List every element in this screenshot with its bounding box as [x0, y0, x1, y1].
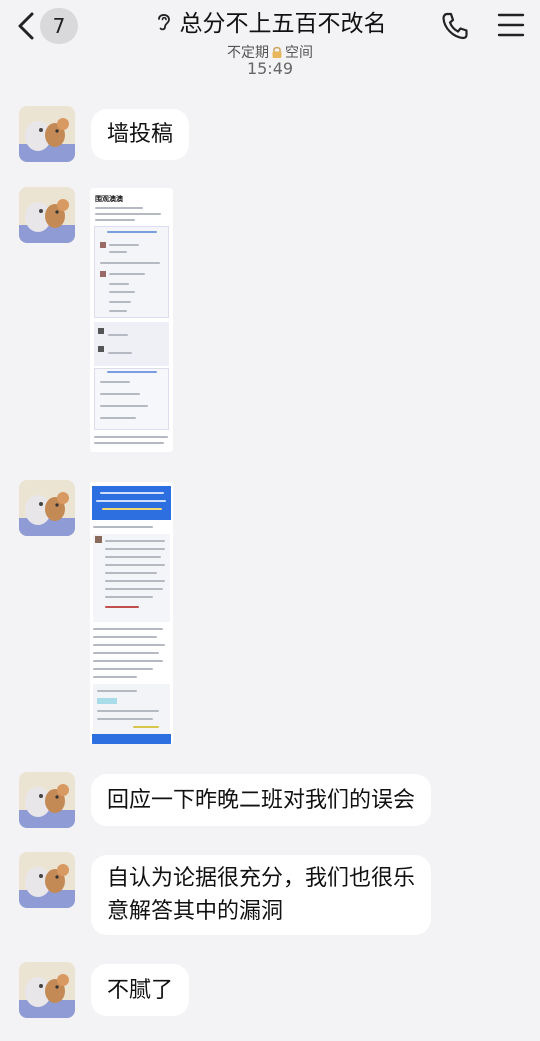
cartoon-avatar-icon — [19, 852, 75, 908]
avatar[interactable] — [19, 187, 75, 243]
ear-icon — [157, 14, 170, 31]
message-bubble[interactable]: 回应一下昨晚二班对我们的误会 — [91, 774, 432, 826]
chat-title: 总分不上五百不改名 — [179, 11, 387, 37]
avatar[interactable] — [19, 852, 75, 908]
image-message[interactable] — [90, 482, 173, 744]
cartoon-avatar-icon — [19, 772, 75, 828]
message-text: 回应一下昨晚二班对我们的误会 — [107, 787, 416, 813]
avatar[interactable] — [19, 962, 75, 1018]
phone-icon[interactable] — [440, 10, 470, 42]
message-timestamp: 15:49 — [246, 59, 294, 78]
avatar[interactable] — [19, 772, 75, 828]
image-message[interactable]: 围观澳澳 — [90, 188, 173, 452]
message-bubble[interactable]: 墙投稿 — [91, 109, 190, 160]
image-title: 围观澳澳 — [95, 195, 123, 203]
cartoon-avatar-icon — [19, 962, 75, 1018]
unread-count-badge: 7 — [40, 8, 78, 44]
menu-icon[interactable] — [497, 12, 525, 38]
chat-title-area[interactable]: 总分不上五百不改名 不定期 空间 — [100, 4, 440, 62]
chevron-left-icon — [18, 12, 34, 40]
back-button[interactable]: 7 — [14, 8, 78, 44]
message-text-line1: 自认为论据很充分，我们也很乐 — [107, 866, 416, 891]
message-text: 不腻了 — [107, 977, 174, 1003]
chat-header: 7 总分不上五百不改名 不定期 空间 — [0, 0, 540, 92]
message-text: 墙投稿 — [107, 122, 174, 147]
message-text-line2: 意解答其中的漏洞 — [107, 899, 284, 924]
message-bubble[interactable]: 自认为论据很充分，我们也很乐 意解答其中的漏洞 — [91, 855, 432, 935]
cartoon-avatar-icon — [19, 187, 75, 243]
avatar[interactable] — [19, 480, 75, 536]
cartoon-avatar-icon — [19, 480, 75, 536]
avatar[interactable] — [19, 106, 75, 162]
message-bubble[interactable]: 不腻了 — [91, 964, 190, 1016]
lock-icon — [272, 46, 282, 58]
cartoon-avatar-icon — [19, 106, 75, 162]
